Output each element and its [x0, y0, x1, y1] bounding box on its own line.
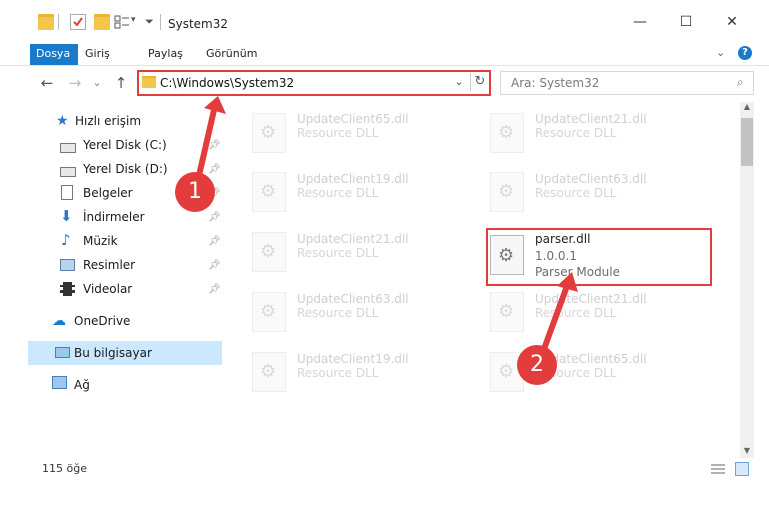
callout-arrows: [195, 96, 578, 363]
callout-badge-1: 1: [175, 172, 215, 212]
callout-badge-2: 2: [517, 345, 557, 385]
